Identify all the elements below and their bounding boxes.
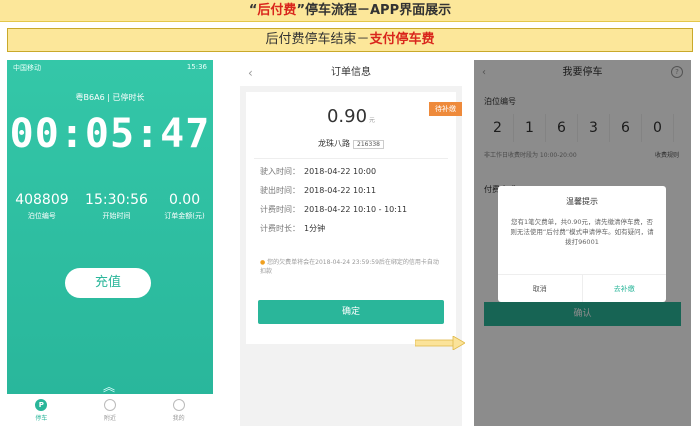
location-icon [103, 398, 116, 411]
tab-nearby[interactable]: 附近 [103, 398, 116, 422]
tab-parking[interactable]: P 停车 [35, 398, 48, 422]
stat-amount: 0.00 订单金额(元) [164, 192, 204, 221]
tab-profile[interactable]: 我的 [172, 398, 185, 422]
start-parking-screen: ‹ 我要停车 ? 泊位编号 2 1 6 3 6 0 非工作日收费时段为 10:0… [474, 60, 691, 426]
parking-stats: 408809 泊位编号 15:30:56 开始时间 0.00 订单金额(元) [7, 192, 213, 221]
detail-row: 驶入时间： 2018-04-22 10:00 [260, 166, 407, 185]
status-bar: 中国移动 15:36 [7, 60, 213, 74]
stat-start: 15:30:56 开始时间 [85, 192, 148, 221]
dialog-buttons: 取消 去补缴 [498, 274, 666, 302]
tab-label: 停车 [35, 414, 48, 422]
status-badge: 待补缴 [429, 102, 462, 116]
note-text: 您的欠费单将会在2018-04-24 23:59:59后在绑定的信用卡自动扣款 [260, 259, 439, 275]
stat-value: 0.00 [168, 192, 201, 208]
detail-row: 计费时间： 2018-04-22 10:10 - 10:11 [260, 204, 407, 223]
order-info-screen: ‹ 订单信息 0.90 元 待补缴 龙珠八路 216338 驶入时间： 2018-04… [240, 60, 462, 426]
location-code: 216338 [353, 140, 384, 149]
header: ‹ 订单信息 [240, 60, 462, 86]
warning-icon: ● [260, 259, 266, 266]
top-banner: “后付费”停车流程－APP界面展示 [0, 0, 700, 22]
page-title: 订单信息 [331, 67, 371, 78]
parking-timer-screen: 中国移动 15:36 粤B6A6 | 已停时长 00:05:47 408809 泊… [7, 60, 213, 426]
amount-unit: 元 [369, 117, 376, 124]
sub-banner: 后付费停车结束－支付停车费 [7, 28, 693, 52]
parking-icon: P [35, 398, 48, 411]
detail-key: 驶入时间： [260, 167, 300, 176]
stat-label: 订单金额(元) [164, 212, 205, 220]
auto-debit-note: ● 您的欠费单将会在2018-04-24 23:59:59后在绑定的信用卡自动扣… [260, 258, 444, 276]
order-amount: 0.90 元 [246, 106, 456, 127]
carrier: 中国移动 [13, 64, 41, 72]
detail-row: 计费时长： 1分钟 [260, 223, 407, 242]
stat-value: 15:30:56 [85, 192, 148, 208]
detail-key: 计费时间： [260, 205, 300, 214]
elapsed-timer: 00:05:47 [9, 111, 211, 157]
pay-arrears-button[interactable]: 去补缴 [581, 275, 667, 302]
arrow-right-icon [415, 336, 465, 350]
detail-value: 1分钟 [304, 224, 326, 233]
dialog-message: 您有1笔欠费单，共0.90元，请先缴清停车费，否则无法使用“后付费”模式申请停车… [510, 218, 654, 246]
detail-key: 驶出时间： [260, 186, 300, 195]
tab-bar: P 停车 附近 我的 [7, 394, 213, 426]
detail-key: 计费时长： [260, 224, 300, 233]
back-icon[interactable]: ‹ [248, 60, 253, 86]
recharge-button[interactable]: 充值 [65, 268, 151, 298]
location-name: 龙珠八路 [318, 139, 351, 148]
tab-label: 我的 [172, 414, 185, 422]
detail-value: 2018-04-22 10:00 [304, 167, 377, 176]
banner-title-highlight: 后付费 [257, 3, 297, 18]
detail-value: 2018-04-22 10:11 [304, 186, 377, 195]
cancel-button[interactable]: 取消 [498, 275, 582, 302]
stat-berth: 408809 泊位编号 [15, 192, 68, 221]
tab-label: 附近 [103, 414, 116, 422]
location: 龙珠八路 216338 [246, 138, 456, 149]
stat-label: 泊位编号 [27, 212, 56, 220]
sub-banner-prefix: 后付费停车结束－ [265, 32, 370, 47]
plate-info: 粤B6A6 | 已停时长 [75, 93, 145, 102]
user-icon [172, 398, 185, 411]
reminder-dialog: 温馨提示 您有1笔欠费单，共0.90元，请先缴清停车费，否则无法使用“后付费”模… [498, 186, 666, 302]
detail-row: 驶出时间： 2018-04-22 10:11 [260, 185, 407, 204]
clock: 15:36 [186, 63, 207, 71]
sub-banner-highlight: 支付停车费 [369, 32, 435, 47]
divider [254, 158, 448, 159]
banner-quote-close: ” [296, 3, 305, 18]
chevron-up-icon[interactable]: ︽ [103, 378, 115, 395]
banner-title: 停车流程－APP界面展示 [304, 3, 452, 18]
stat-value: 408809 [15, 192, 69, 208]
order-details: 驶入时间： 2018-04-22 10:00 驶出时间： 2018-04-22 10… [260, 166, 407, 242]
amount-value: 0.90 [326, 106, 368, 127]
detail-value: 2018-04-22 10:10 - 10:11 [304, 205, 408, 214]
dialog-title: 温馨提示 [566, 197, 598, 206]
stat-label: 开始时间 [102, 212, 131, 220]
confirm-button[interactable]: 确定 [258, 300, 444, 324]
